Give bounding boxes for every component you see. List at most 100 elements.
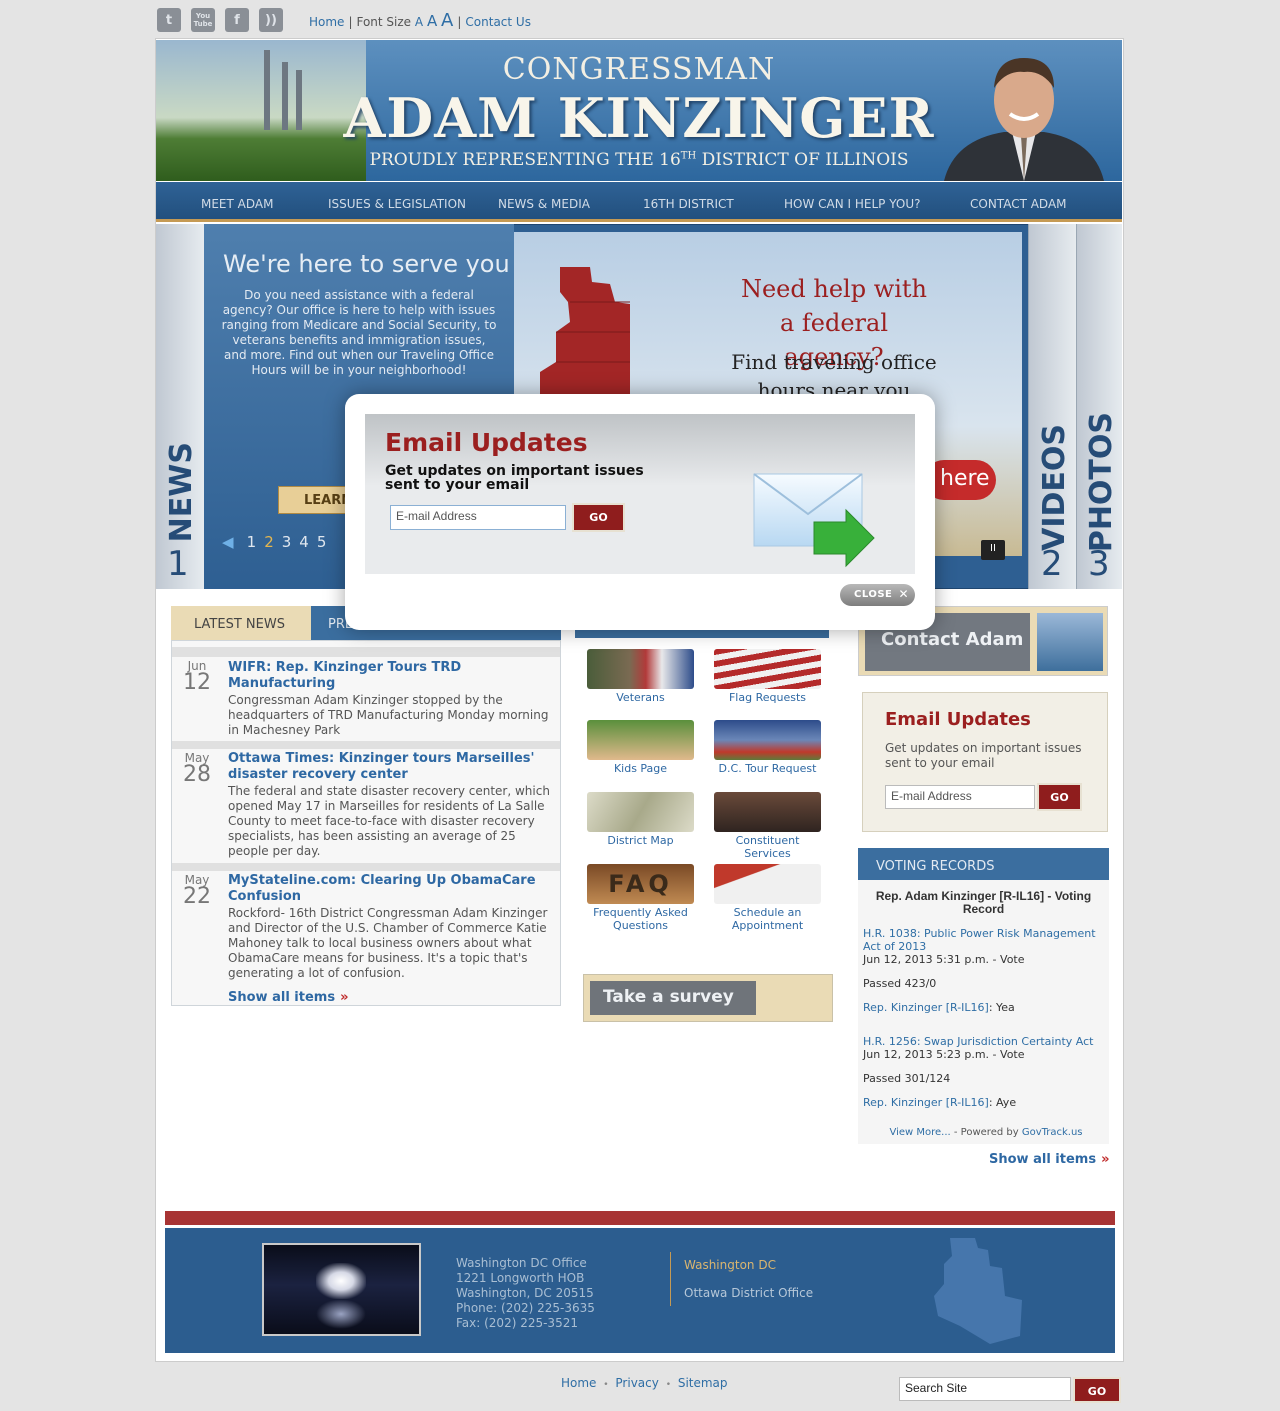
youtube-glyph: You Tube	[193, 12, 213, 28]
facebook-glyph: f	[234, 12, 240, 28]
tab-videos-number: 2	[1041, 544, 1063, 584]
dc-tour-image	[714, 720, 821, 760]
slide-body: Do you need assistance with a federal ag…	[221, 288, 497, 377]
raquo-icon: »	[340, 990, 349, 1005]
nav-meet-adam[interactable]: MEET ADAM	[201, 197, 273, 211]
font-size-small[interactable]: A	[415, 15, 423, 29]
nav-16th-district[interactable]: 16TH DISTRICT	[643, 197, 734, 211]
site-search-input[interactable]: Search Site	[899, 1377, 1071, 1401]
quick-link-appointment[interactable]: Schedule an Appointment	[714, 864, 821, 932]
font-size-label: Font Size	[356, 15, 412, 29]
bill-title[interactable]: H.R. 1256: Swap Jurisdiction Certainty A…	[863, 1035, 1109, 1048]
news-date: May 22	[180, 873, 214, 909]
top-home-link[interactable]: Home	[309, 15, 344, 29]
tab-photos[interactable]: PHOTOS 3	[1076, 224, 1122, 589]
calendar-image	[714, 864, 821, 904]
illinois-map-graphic	[540, 267, 630, 412]
bill-date: Jun 12, 2013 5:23 p.m. - Vote	[863, 1048, 1025, 1061]
news-body: The federal and state disaster recovery …	[228, 784, 550, 858]
district-map-icon	[934, 1238, 1022, 1344]
pager-4[interactable]: 4	[299, 533, 309, 551]
quick-link-flag[interactable]: Flag Requests	[714, 649, 821, 704]
news-title[interactable]: Ottawa Times: Kinzinger tours Marseilles…	[228, 751, 558, 783]
quick-link-constituent[interactable]: Constituent Services	[714, 792, 821, 860]
tab-videos[interactable]: VIDEOS 2	[1028, 224, 1076, 589]
close-label: CLOSE	[854, 589, 893, 600]
modal-email-input[interactable]: E-mail Address	[390, 505, 566, 530]
survey-box[interactable]: Take a survey	[583, 974, 833, 1022]
quick-link-district-map[interactable]: District Map	[587, 792, 694, 847]
rep-link[interactable]: Rep. Kinzinger [R-IL16]	[863, 1096, 989, 1109]
news-day: 22	[183, 884, 211, 909]
voting-show-all[interactable]: Show all items »	[989, 1148, 1110, 1167]
quick-link-dc-tour[interactable]: D.C. Tour Request	[714, 720, 821, 775]
quick-link-label: Kids Page	[613, 762, 668, 775]
news-show-all[interactable]: Show all items »	[228, 986, 349, 1005]
raquo-icon: »	[1101, 1152, 1110, 1167]
bottom-privacy-link[interactable]: Privacy	[615, 1376, 658, 1390]
view-more-link[interactable]: View More...	[889, 1127, 950, 1138]
header-banner: CONGRESSMAN ADAM KINZINGER PROUDLY REPRE…	[156, 40, 1122, 181]
nav-help[interactable]: HOW CAN I HELP YOU?	[784, 197, 921, 211]
news-title[interactable]: MyStateline.com: Clearing Up ObamaCare C…	[228, 873, 558, 905]
sidebar-email-go-button[interactable]: GO	[1037, 783, 1082, 811]
tagline-sup: TH	[680, 150, 697, 162]
pager-3[interactable]: 3	[282, 533, 292, 551]
voting-footer: View More... - Powered by GovTrack.us	[863, 1126, 1109, 1139]
dc-office-fax: Fax: (202) 225-3521	[456, 1316, 578, 1330]
dc-office-title: Washington DC Office	[456, 1256, 587, 1270]
tab-latest-news[interactable]: LATEST NEWS	[171, 606, 311, 640]
govtrack-link[interactable]: GovTrack.us	[1022, 1127, 1083, 1138]
site-search-go-button[interactable]: GO	[1073, 1377, 1121, 1403]
pager-2[interactable]: 2	[264, 533, 274, 551]
pager-back-icon[interactable]: ◀	[222, 533, 234, 551]
quick-link-veterans[interactable]: Veterans	[587, 649, 694, 704]
pager-5[interactable]: 5	[317, 533, 327, 551]
rss-icon[interactable]: ))	[259, 8, 283, 32]
capitol-night-image	[262, 1243, 421, 1336]
dc-office-phone: Phone: (202) 225-3635	[456, 1301, 595, 1315]
tab-news[interactable]: NEWS 1	[156, 224, 204, 589]
nav-news-media[interactable]: NEWS & MEDIA	[498, 197, 590, 211]
font-size-large[interactable]: A	[441, 10, 453, 31]
quick-link-label: Constituent Services	[735, 834, 800, 860]
modal-go-button[interactable]: GO	[572, 503, 625, 532]
sidebar-email-input[interactable]: E-mail Address	[885, 785, 1035, 809]
office-washington-dc[interactable]: Washington DC	[684, 1258, 813, 1272]
bottom-home-link[interactable]: Home	[561, 1376, 596, 1390]
youtube-icon[interactable]: You Tube	[191, 8, 215, 32]
news-show-all-label: Show all items	[228, 990, 336, 1005]
quick-link-label: Veterans	[616, 691, 665, 704]
quick-link-label: Frequently Asked Questions	[593, 906, 688, 932]
modal-close-button[interactable]: CLOSE ✕	[840, 584, 915, 606]
nav-contact-adam[interactable]: CONTACT ADAM	[970, 197, 1067, 211]
dc-office-line: Washington, DC 20515	[456, 1286, 594, 1300]
pause-button[interactable]: II	[981, 540, 1005, 560]
take-survey-button[interactable]: Take a survey	[590, 981, 756, 1015]
voting-record-title: Rep. Adam Kinzinger [R-IL16] - Voting Re…	[875, 889, 1092, 916]
quick-link-label: Schedule an Appointment	[731, 906, 804, 932]
office-ottawa[interactable]: Ottawa District Office	[684, 1286, 813, 1300]
envelope-icon	[753, 473, 875, 568]
rep-link[interactable]: Rep. Kinzinger [R-IL16]	[863, 1001, 989, 1014]
vote-value: : Aye	[988, 1096, 1017, 1109]
bill-title[interactable]: H.R. 1038: Public Power Risk Management …	[863, 927, 1109, 953]
facebook-icon[interactable]: f	[225, 8, 249, 32]
top-contact-link[interactable]: Contact Us	[465, 15, 531, 29]
tab-videos-label: VIDEOS	[1037, 424, 1072, 551]
email-updates-title: Email Updates	[885, 709, 1031, 730]
font-size-medium[interactable]: A	[427, 12, 437, 30]
bottom-sitemap-link[interactable]: Sitemap	[678, 1376, 728, 1390]
pager-1[interactable]: 1	[247, 533, 257, 551]
quick-link-kids[interactable]: Kids Page	[587, 720, 694, 775]
twitter-icon[interactable]: t	[157, 8, 181, 32]
congressman-photo	[944, 58, 1104, 181]
nav-issues[interactable]: ISSUES & LEGISLATION	[328, 197, 466, 211]
quick-link-faq[interactable]: FAQ Frequently Asked Questions	[587, 864, 694, 932]
news-divider	[172, 741, 560, 749]
dc-office-line: 1221 Longworth HOB	[456, 1271, 585, 1285]
news-body: Congressman Adam Kinzinger stopped by th…	[228, 693, 549, 737]
email-updates-sidebar: Email Updates Get updates on important i…	[862, 692, 1108, 832]
news-title[interactable]: WIFR: Rep. Kinzinger Tours TRD Manufactu…	[228, 660, 558, 692]
news-list: Jun 12 WIFR: Rep. Kinzinger Tours TRD Man…	[171, 640, 561, 1006]
